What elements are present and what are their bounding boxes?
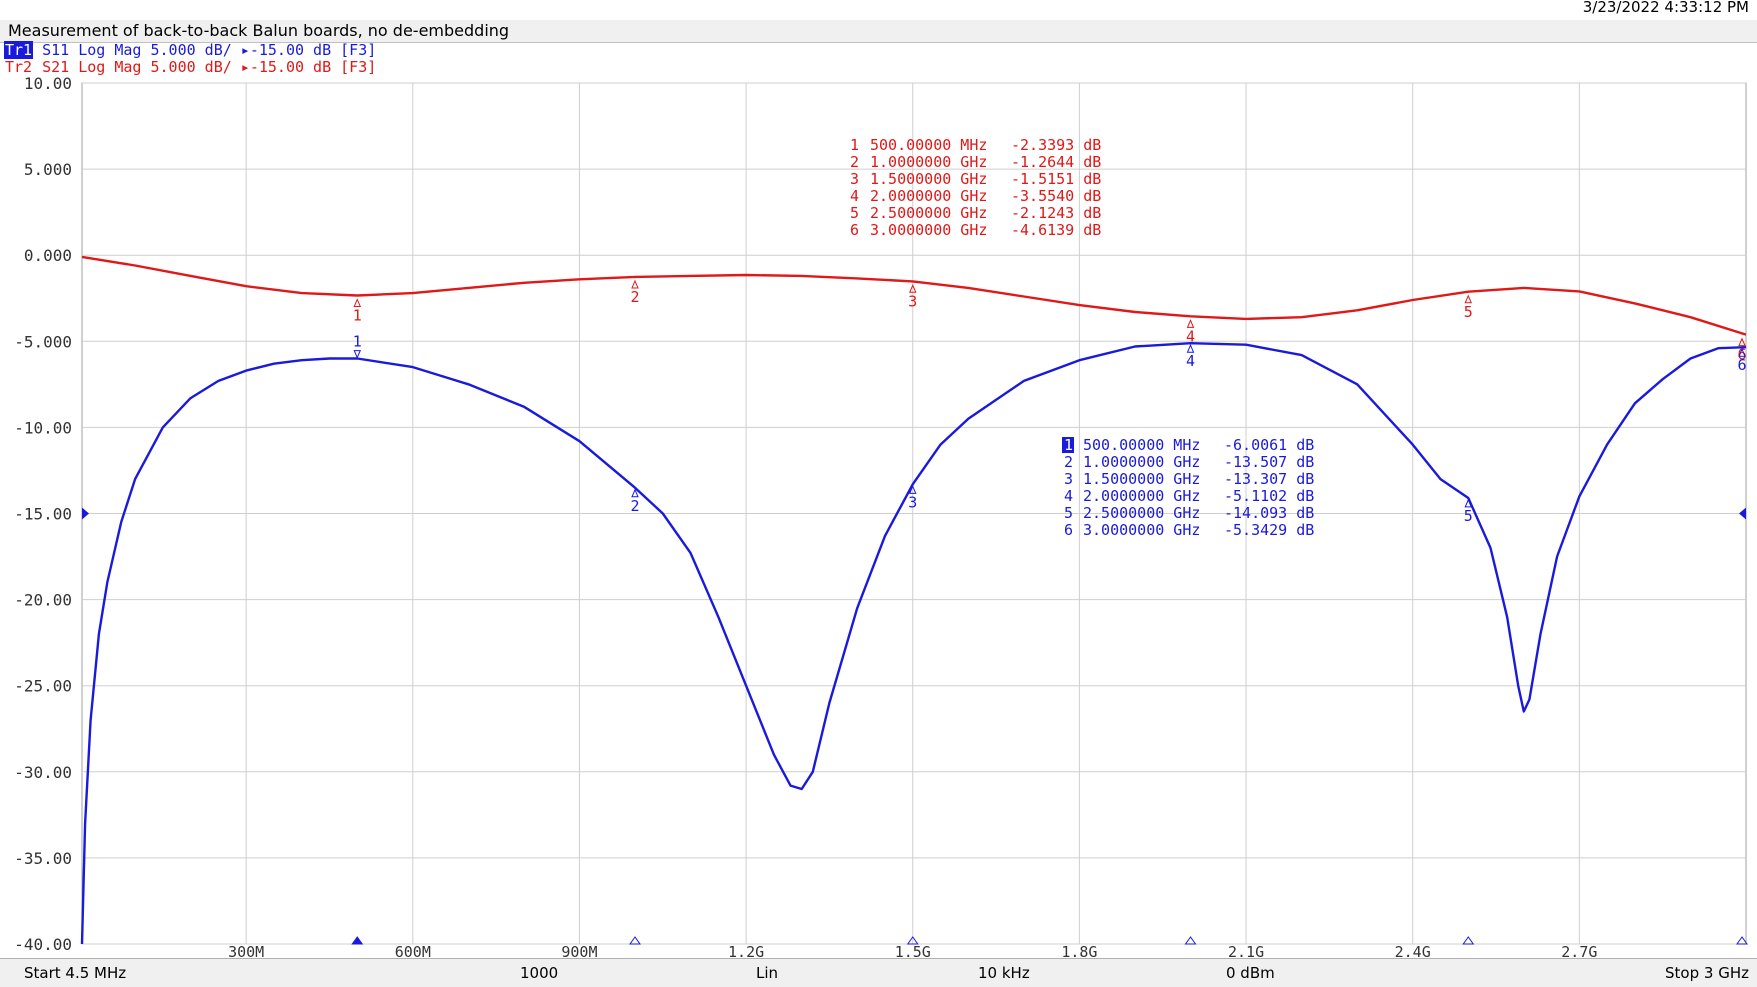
x-tick-label: 2.7G: [1561, 943, 1597, 958]
y-tick-label: 5.000: [24, 160, 72, 179]
marker-s11-4: [1186, 343, 1195, 353]
markers: 12 345612 3456: [351, 279, 1748, 945]
y-tick-label: 10.00: [24, 74, 72, 93]
y-tick-label: -15.00: [14, 505, 72, 524]
y-tick-label: 0.000: [24, 246, 72, 265]
y-tick-label: -5.000: [14, 332, 72, 351]
s21-table-id: 2: [850, 153, 859, 171]
marker-s11-label-1: 1: [353, 333, 362, 351]
marker-s21-label-5: 5: [1464, 303, 1473, 321]
s11-table-id: 5: [1064, 504, 1073, 522]
s11-table-value: -5.1102 dB: [1224, 487, 1314, 505]
s21-table-freq: 500.00000 MHz: [870, 136, 987, 154]
points[interactable]: 1000: [520, 964, 558, 982]
s21-table-freq: 2.0000000 GHz: [870, 187, 987, 205]
s21-table-id: 5: [850, 204, 859, 222]
s11-table-value: -14.093 dB: [1224, 504, 1314, 522]
s21-table-value: -1.2644 dB: [1011, 153, 1101, 171]
stimulus-marker-4: [1184, 936, 1197, 945]
s21-table-id: 6: [850, 221, 859, 239]
x-axis: 300M 600M 900M 1.2G 1.5G 1.8G 2.1G 2.4G 2.7G: [228, 943, 1597, 958]
y-tick-label: -20.00: [14, 591, 72, 610]
power[interactable]: 0 dBm: [1226, 964, 1275, 982]
x-tick-label: 300M: [228, 943, 264, 958]
s21-table-freq: 3.0000000 GHz: [870, 221, 987, 239]
stimulus-marker-1: [351, 936, 364, 945]
y-axis: 10.00 5.000 0.000 -5.000 -10.00 -15.00 -20.00 -…: [14, 74, 72, 954]
s21-table-freq: 1.5000000 GHz: [870, 170, 987, 188]
y-tick-label: -10.00: [14, 418, 72, 437]
marker-s21-label-1: 1: [353, 306, 362, 324]
s11-table-value: -13.507 dB: [1224, 453, 1314, 471]
marker-s21-1: [353, 298, 362, 307]
marker-s21-2: [631, 279, 639, 289]
chart-area: 10.00 5.000 0.000 -5.000 -10.00 -15.00 -20.00 -…: [14, 74, 1748, 958]
s11-table-freq: 1.0000000 GHz: [1083, 453, 1200, 471]
s21-table-value: -3.5540 dB: [1011, 187, 1101, 205]
marker-s21-label-3: 3: [908, 292, 917, 310]
ref-level-left-arrow: [82, 507, 89, 520]
marker-tables: 1 500.00000 MHz -2.3393 dB 2 1.0000000 GHz -1…: [850, 136, 1314, 539]
trace-s11: [80, 342, 1747, 945]
s11-table-freq: 2.5000000 GHz: [1083, 504, 1200, 522]
s11-table-freq: 500.00000 MHz: [1083, 436, 1200, 454]
stimulus-marker-5: [1462, 936, 1475, 945]
marker-s11-label-2: 2: [630, 497, 639, 515]
marker-s21-5: [1464, 294, 1473, 304]
marker-s21-6: [1738, 337, 1746, 347]
s21-table-id: 4: [850, 187, 859, 205]
s11-table-value: -6.0061 dB: [1224, 436, 1314, 454]
x-tick-label: 1.2G: [728, 943, 764, 958]
marker-s11-1: [353, 350, 362, 359]
s11-table-value: -5.3429 dB: [1224, 521, 1314, 539]
if-bandwidth[interactable]: 10 kHz: [978, 964, 1030, 982]
s11-table-id: 6: [1064, 521, 1073, 539]
s11-table-value: -13.307 dB: [1224, 470, 1314, 488]
sweep-type[interactable]: Lin: [756, 964, 778, 982]
y-tick-label: -25.00: [14, 677, 72, 696]
start-freq[interactable]: Start 4.5 MHz: [24, 964, 126, 982]
s11-table-freq: 1.5000000 GHz: [1083, 470, 1200, 488]
s11-table-id: 2: [1064, 453, 1073, 471]
s11-table-freq: 2.0000000 GHz: [1083, 487, 1200, 505]
s21-table-freq: 2.5000000 GHz: [870, 204, 987, 222]
footer-bar: Start 4.5 MHz 1000 Lin 10 kHz 0 dBm Stop…: [0, 958, 1757, 987]
ref-level-right-arrow: [1739, 507, 1746, 520]
marker-s21-4: [1186, 319, 1195, 328]
traces: [80, 255, 1747, 945]
x-tick-label: 600M: [395, 943, 431, 958]
s21-table-value: -2.1243 dB: [1011, 204, 1101, 222]
x-tick-label: 2.4G: [1395, 943, 1431, 958]
y-tick-label: -30.00: [14, 763, 72, 782]
x-tick-label: 900M: [561, 943, 597, 958]
s11-table-id: 1: [1064, 436, 1073, 454]
s21-table-value: -4.6139 dB: [1011, 221, 1101, 239]
s21-table-value: -1.5151 dB: [1011, 170, 1101, 188]
stop-freq[interactable]: Stop 3 GHz: [1665, 964, 1749, 982]
marker-s21-label-4: 4: [1186, 327, 1195, 345]
s21-table-value: -2.3393 dB: [1011, 136, 1101, 154]
marker-s11-label-5: 5: [1464, 507, 1473, 525]
x-tick-label: 1.8G: [1061, 943, 1097, 958]
marker-s21-label-2: 2: [630, 288, 639, 306]
marker-s11-label-6: 6: [1737, 356, 1746, 374]
x-tick-label: 2.1G: [1228, 943, 1264, 958]
y-tick-label: -35.00: [14, 849, 72, 868]
s11-table-id: 3: [1064, 470, 1073, 488]
stimulus-marker-2: [629, 936, 641, 945]
x-tick-label: 1.5G: [895, 943, 931, 958]
s21-table-id: 1: [850, 136, 859, 154]
s21-table-freq: 1.0000000 GHz: [870, 153, 987, 171]
s11-table-id: 4: [1064, 487, 1073, 505]
s11-table-freq: 3.0000000 GHz: [1083, 521, 1200, 539]
s21-table-id: 3: [850, 170, 859, 188]
marker-s11-label-3: 3: [908, 493, 917, 511]
marker-s11-label-4: 4: [1186, 352, 1195, 370]
y-tick-label: -40.00: [14, 935, 72, 954]
